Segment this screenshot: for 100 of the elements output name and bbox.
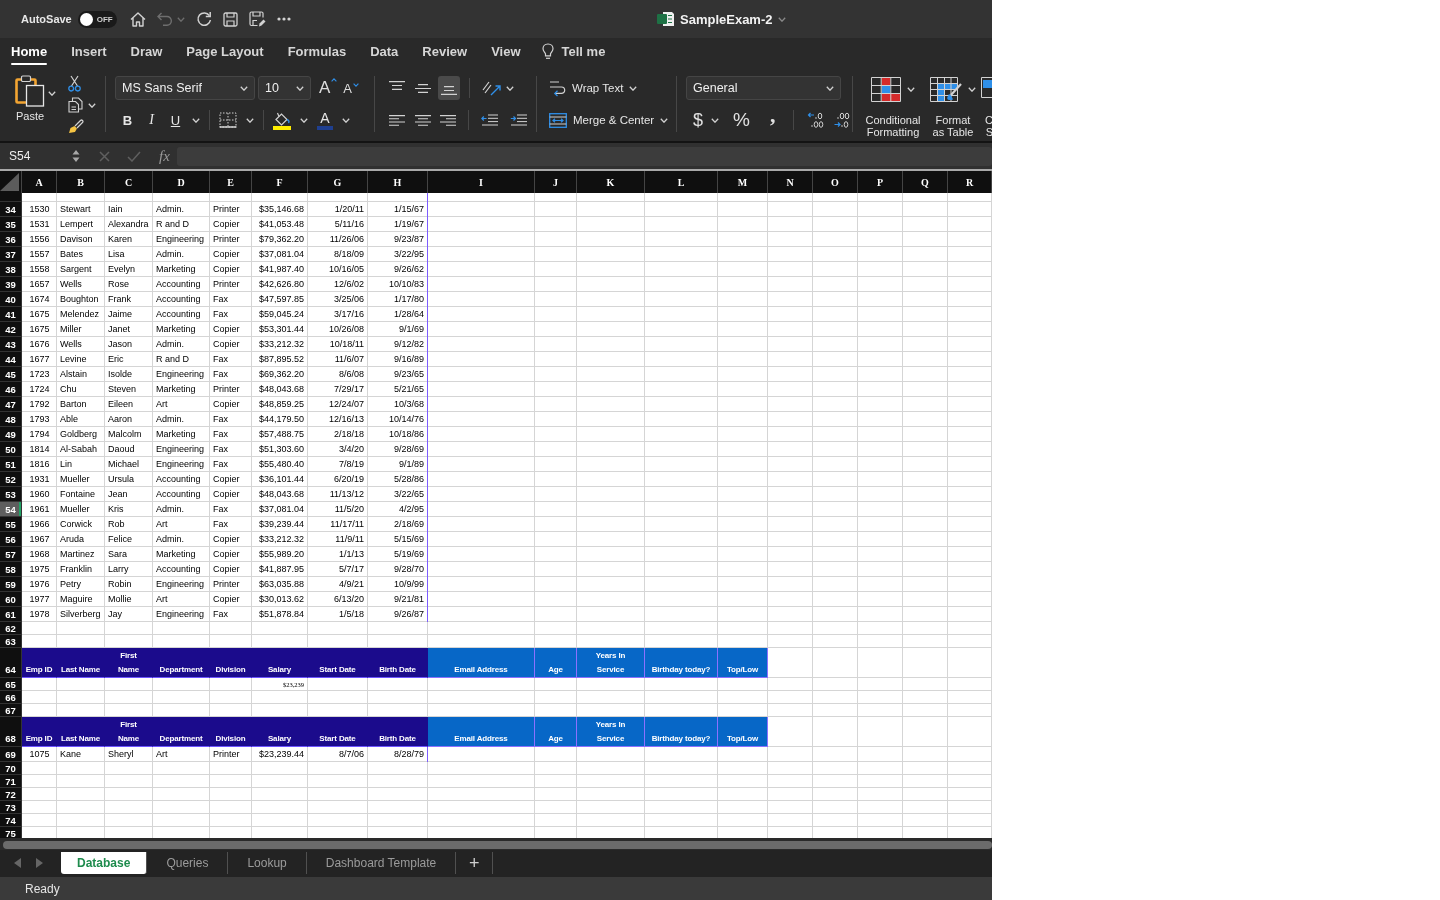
row-header[interactable]: 65 <box>0 678 22 691</box>
ribbon-tab[interactable]: Page Layout <box>186 38 264 66</box>
row-header[interactable]: 40 <box>0 292 22 307</box>
row-header[interactable]: 71 <box>0 775 22 788</box>
column-header[interactable]: Q <box>903 171 948 193</box>
column-header[interactable]: N <box>768 171 813 193</box>
scissors-icon[interactable] <box>68 75 81 92</box>
row-header[interactable]: 47 <box>0 397 22 412</box>
row-header[interactable]: 62 <box>0 622 22 635</box>
ribbon-tab[interactable]: View <box>491 38 521 66</box>
number-format-dropdown[interactable]: General <box>686 76 841 100</box>
sheet-tab[interactable]: Database <box>61 852 148 874</box>
vertical-align-button[interactable] <box>438 76 460 100</box>
cell-styles-button[interactable]: C S <box>980 77 992 141</box>
row-header[interactable]: 68 <box>0 717 22 747</box>
row-header[interactable]: 53 <box>0 487 22 502</box>
row-header[interactable]: 49 <box>0 427 22 442</box>
row-header[interactable]: 50 <box>0 442 22 457</box>
currency-button[interactable]: $ <box>693 110 703 130</box>
ribbon-tab[interactable]: Home <box>11 38 48 66</box>
home-icon[interactable] <box>129 11 146 27</box>
row-header[interactable]: 66 <box>0 691 22 704</box>
font-color-button[interactable]: A <box>317 110 333 130</box>
column-header[interactable]: A <box>22 171 57 193</box>
sheet-tab[interactable]: Lookup <box>228 852 307 874</box>
row-header[interactable]: 59 <box>0 577 22 592</box>
row-header[interactable]: 48 <box>0 412 22 427</box>
formula-input[interactable] <box>176 146 992 166</box>
sheet-tab[interactable]: Queries <box>147 852 229 874</box>
italic-button[interactable]: I <box>144 112 159 128</box>
decrease-decimal-icon[interactable] <box>833 112 852 128</box>
ribbon-tab[interactable]: Insert <box>71 38 107 66</box>
row-header[interactable]: 70 <box>0 762 22 775</box>
row-header[interactable]: 45 <box>0 367 22 382</box>
row-header[interactable]: 56 <box>0 532 22 547</box>
row-header[interactable]: 67 <box>0 704 22 717</box>
row-header[interactable]: 60 <box>0 592 22 607</box>
ribbon-tab[interactable]: Review <box>422 38 468 66</box>
name-box[interactable]: S54 <box>0 143 86 169</box>
column-header[interactable]: R <box>948 171 992 193</box>
font-size-dropdown[interactable]: 10 <box>258 76 311 100</box>
copy-icon[interactable] <box>68 97 83 113</box>
row-header[interactable]: 52 <box>0 472 22 487</box>
row-header[interactable]: 51 <box>0 457 22 472</box>
shrink-font-button[interactable]: A <box>343 78 359 98</box>
row-header[interactable]: 74 <box>0 814 22 827</box>
add-sheet-button[interactable]: + <box>456 852 494 874</box>
bold-button[interactable]: B <box>120 112 135 128</box>
row-header[interactable]: 41 <box>0 307 22 322</box>
save-icon[interactable] <box>222 11 238 27</box>
scroll-left-icon[interactable] <box>14 857 21 868</box>
row-header[interactable]: 55 <box>0 517 22 532</box>
select-all-icon[interactable] <box>0 173 19 191</box>
paste-button[interactable]: Paste <box>12 75 46 125</box>
increase-indent-icon[interactable] <box>510 114 527 126</box>
percent-button[interactable]: % <box>733 110 750 130</box>
merge-center-button[interactable]: Merge & Center <box>546 112 669 128</box>
ribbon-tab[interactable]: Data <box>370 38 399 66</box>
column-header[interactable]: H <box>368 171 428 193</box>
more-icon[interactable] <box>276 17 291 21</box>
paint-bucket-icon[interactable] <box>273 110 291 130</box>
column-header[interactable]: O <box>813 171 858 193</box>
row-header[interactable]: 64 <box>0 648 22 678</box>
underline-button[interactable]: U <box>168 112 183 128</box>
floppy-pencil-icon[interactable] <box>248 11 266 27</box>
horizontal-scrollbar[interactable] <box>0 838 992 850</box>
text-angle-icon[interactable] <box>482 80 502 96</box>
column-header[interactable]: B <box>57 171 105 193</box>
column-header[interactable]: J <box>535 171 577 193</box>
row-header[interactable]: 39 <box>0 277 22 292</box>
paintbrush-icon[interactable] <box>68 118 84 134</box>
format-as-table-button[interactable]: Format as Table <box>929 77 977 141</box>
row-header[interactable]: 57 <box>0 547 22 562</box>
row-header[interactable]: 44 <box>0 352 22 367</box>
row-header[interactable]: 36 <box>0 232 22 247</box>
row-header[interactable]: 34 <box>0 202 22 217</box>
row-header[interactable]: 72 <box>0 788 22 801</box>
increase-decimal-icon[interactable] <box>807 112 826 128</box>
borders-icon[interactable] <box>219 112 237 128</box>
column-header[interactable]: E <box>210 171 252 193</box>
column-header[interactable]: L <box>645 171 718 193</box>
wrap-text-button[interactable]: Wrap Text <box>546 79 638 97</box>
row-header[interactable]: 54 <box>0 502 22 517</box>
column-header[interactable]: K <box>577 171 645 193</box>
column-header[interactable]: G <box>308 171 368 193</box>
comma-style-button[interactable]: , <box>767 104 778 126</box>
row-header[interactable]: 69 <box>0 747 22 762</box>
row-header[interactable]: 43 <box>0 337 22 352</box>
row-header[interactable]: 63 <box>0 635 22 648</box>
scroll-right-icon[interactable] <box>36 857 43 868</box>
row-header[interactable]: 46 <box>0 382 22 397</box>
row-header[interactable]: 73 <box>0 801 22 814</box>
autosave-toggle[interactable]: OFF <box>77 10 117 28</box>
row-header[interactable]: 35 <box>0 217 22 232</box>
column-header[interactable]: C <box>105 171 153 193</box>
circular-arrow-icon[interactable] <box>195 11 212 27</box>
ribbon-tab[interactable]: Draw <box>130 38 163 66</box>
row-header[interactable]: 38 <box>0 262 22 277</box>
row-header[interactable]: 42 <box>0 322 22 337</box>
insert-function-button[interactable]: fx <box>159 147 170 165</box>
